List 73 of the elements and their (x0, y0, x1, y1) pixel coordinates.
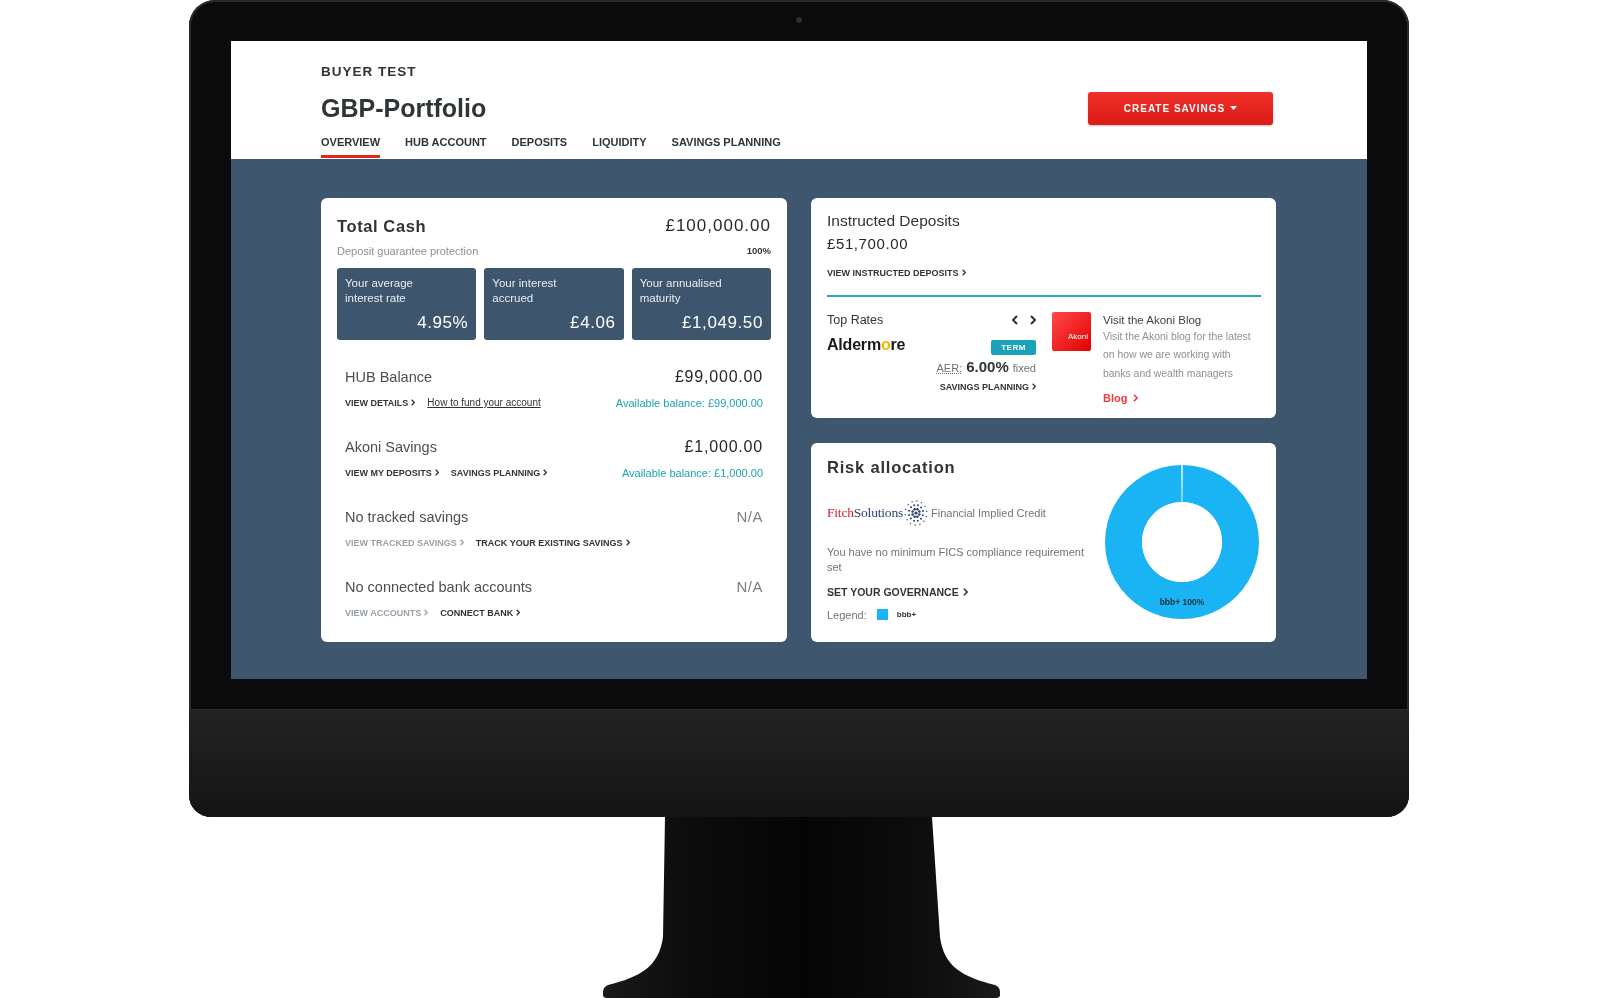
nav-tab[interactable]: DEPOSITS (511, 134, 568, 158)
chevron-right-icon (543, 469, 548, 477)
chevron-right-icon (516, 609, 521, 617)
nav-tab[interactable]: LIQUIDITY (592, 134, 647, 158)
action-link[interactable]: SAVINGS PLANNING (450, 466, 548, 479)
camera-icon (796, 17, 802, 24)
available-balance: Available balance: £1,000.00 (621, 465, 763, 480)
nav-tab[interactable]: SAVINGS PLANNING (671, 134, 781, 158)
stat-label: Your average interest rate (345, 275, 414, 306)
product-type-badge: TERM (991, 339, 1036, 355)
next-button[interactable] (1030, 314, 1036, 325)
account-title: HUB Balance (345, 367, 433, 387)
rate-type: fixed (1012, 360, 1036, 376)
rate-label: AER: (936, 360, 963, 376)
chart-value-label: bbb+ 100% (1159, 596, 1205, 607)
card-title: Total Cash (337, 215, 427, 237)
stat-label: Your annualised maturity (639, 275, 723, 306)
chevron-left-icon (1012, 314, 1018, 325)
stat-value: £1,049.50 (681, 312, 763, 333)
chevron-right-icon (434, 469, 439, 477)
account-amount: £1,000.00 (684, 436, 763, 457)
stat-label: Your interest accrued (492, 275, 558, 306)
account-title: Akoni Savings (345, 437, 437, 457)
blog-description: Visit the Akoni blog for the latest on how we are working with banks and wealth managers (1103, 329, 1252, 381)
action-link[interactable]: SET YOUR GOVERNANCE (827, 584, 968, 599)
account-amount: N/A (736, 576, 763, 597)
stat-value: £4.06 (570, 312, 616, 333)
account-amount: N/A (736, 506, 763, 527)
chevron-right-icon (424, 609, 429, 617)
caret-down-icon (1230, 106, 1238, 111)
action-link[interactable]: VIEW INSTRUCTED DEPOSITS (827, 266, 966, 279)
chevron-right-icon (1030, 314, 1036, 325)
action-link[interactable]: VIEW DETAILS (345, 396, 416, 409)
dot-burst-icon (904, 498, 928, 527)
chevron-right-icon (962, 587, 968, 596)
provider-wordmark: FitchSolutions (827, 504, 903, 521)
action-link[interactable]: TRACK YOUR EXISTING SAVINGS (475, 536, 630, 549)
chevron-right-icon (459, 539, 464, 547)
available-balance: Available balance: £99,000.00 (615, 395, 763, 410)
stat-value: 4.95% (417, 312, 469, 333)
previous-button[interactable] (1012, 314, 1018, 325)
account-title: No connected bank accounts (345, 577, 532, 597)
bank-logo: Aldermore (827, 334, 906, 355)
blog-title: Visit the Akoni Blog (1103, 312, 1202, 328)
text-link[interactable]: How to fund your account (427, 396, 541, 409)
top-rates-title: Top Rates (827, 311, 884, 328)
instructed-amount: £51,700.00 (827, 234, 909, 253)
action-link[interactable]: VIEW MY DEPOSITS (345, 466, 439, 479)
card-title: Instructed Deposits (827, 210, 960, 231)
compliance-message: You have no minimum FICS compliance requirement set (827, 544, 1085, 575)
legend-item-label: bbb+ (896, 610, 917, 620)
chevron-right-icon (1133, 394, 1139, 403)
nav-tab[interactable]: HUB ACCOUNT (405, 134, 487, 158)
account-title: No tracked savings (345, 507, 469, 527)
legend-label: Legend: (827, 608, 867, 621)
chevron-right-icon (1032, 383, 1036, 391)
chevron-right-icon (961, 269, 966, 277)
chevron-right-icon (411, 399, 416, 407)
portfolio-title: GBP-Portfolio (321, 93, 487, 125)
account-name: BUYER TEST (321, 63, 417, 80)
account-amount: £99,000.00 (674, 366, 763, 387)
protection-label: Deposit guarantee protection (337, 243, 479, 258)
provider-caption: Financial Implied Credit (931, 506, 1046, 519)
rate-value: 6.00% (966, 357, 1009, 376)
action-link[interactable]: SAVINGS PLANNING (939, 380, 1036, 393)
card-title: Risk allocation (827, 456, 956, 478)
blog-link[interactable]: Blog (1103, 391, 1139, 406)
blog-logo: Akoni (1052, 311, 1091, 351)
action-link[interactable]: CONNECT BANK (440, 606, 521, 619)
protection-value: 100% (746, 243, 771, 258)
create-savings-button[interactable]: CREATE SAVINGS (1088, 91, 1273, 125)
chevron-right-icon (625, 539, 630, 547)
total-amount: £100,000.00 (665, 214, 771, 237)
